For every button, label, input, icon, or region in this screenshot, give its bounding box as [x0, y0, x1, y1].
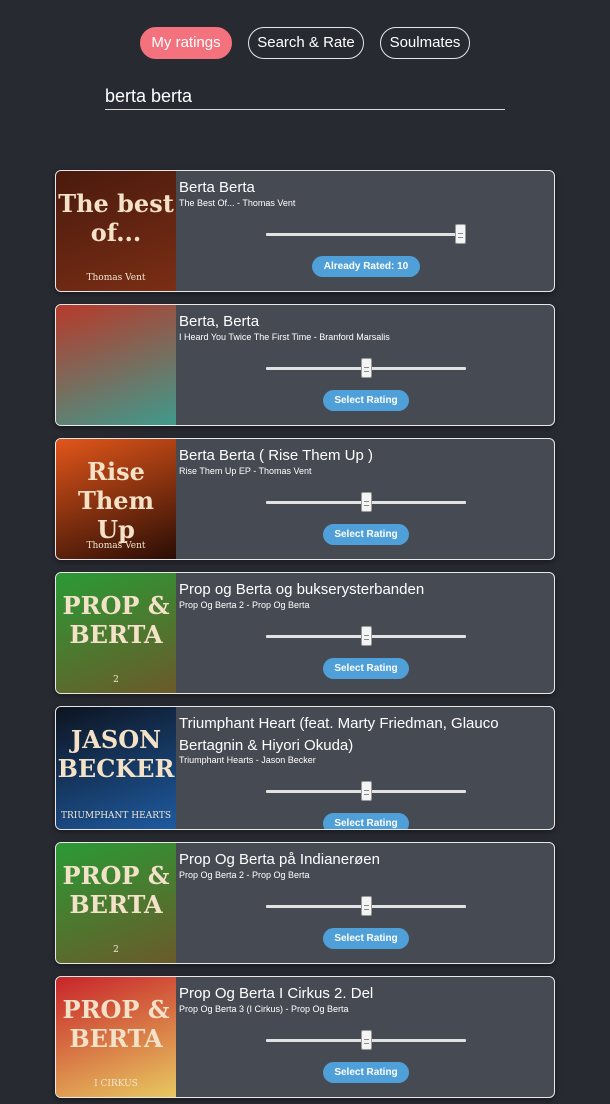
select-rating-button[interactable]: Select Rating — [323, 928, 409, 949]
song-title: Prop Og Berta I Cirkus 2. Del — [179, 985, 374, 1002]
cover-title: The best of... — [58, 189, 174, 247]
select-rating-button[interactable]: Select Rating — [323, 813, 409, 829]
album-artist: Rise Them Up EP - Thomas Vent — [179, 466, 312, 476]
slider-thumb[interactable] — [361, 358, 372, 378]
album-artist: The Best Of... - Thomas Vent — [179, 198, 296, 208]
cover-caption: Thomas Vent — [86, 541, 146, 551]
rating-slider[interactable] — [266, 896, 466, 916]
cover-title: PROP & BERTA — [62, 861, 170, 919]
album-cover: PROP & BERTA I CIRKUS — [56, 977, 176, 1097]
album-artist: Prop Og Berta 3 (I Cirkus) - Prop Og Ber… — [179, 1004, 349, 1014]
result-card: Rise Them Up Thomas Vent Berta Berta ( Ris… — [55, 438, 555, 560]
cover-title: PROP & BERTA — [62, 591, 170, 649]
cover-caption: I CIRKUS — [94, 1079, 138, 1089]
rating-slider[interactable] — [266, 224, 466, 244]
album-cover: The best of... Thomas Vent — [56, 171, 176, 291]
cover-caption: Thomas Vent — [86, 273, 146, 283]
cover-caption: TRIUMPHANT HEARTS — [61, 811, 171, 821]
cover-title: PROP & BERTA — [62, 995, 170, 1053]
slider-thumb[interactable] — [361, 896, 372, 916]
result-card: JASON BECKER TRIUMPHANT HEARTS Triumphant … — [55, 706, 555, 830]
rating-slider[interactable] — [266, 492, 466, 512]
rating-slider[interactable] — [266, 626, 466, 646]
rating-slider[interactable] — [266, 358, 466, 378]
select-rating-button[interactable]: Select Rating — [323, 390, 409, 411]
rating-slider[interactable] — [266, 1030, 466, 1050]
rating-slider[interactable] — [266, 781, 466, 801]
song-title: Berta Berta — [179, 179, 255, 196]
cover-caption: 2 — [113, 945, 119, 955]
result-card: PROP & BERTA I CIRKUS Prop Og Berta I Cirk… — [55, 976, 555, 1098]
select-rating-button[interactable]: Select Rating — [323, 1062, 409, 1083]
tab-search-rate[interactable]: Search & Rate — [248, 27, 364, 59]
slider-thumb[interactable] — [361, 1030, 372, 1050]
album-artist: Prop Og Berta 2 - Prop Og Berta — [179, 600, 310, 610]
album-artist: Triumphant Hearts - Jason Becker — [179, 755, 316, 765]
tab-soulmates[interactable]: Soulmates — [380, 27, 470, 59]
cover-title: JASON BECKER — [57, 725, 175, 783]
slider-thumb[interactable] — [455, 224, 466, 244]
slider-track — [266, 233, 466, 236]
already-rated-button[interactable]: Already Rated: 10 — [312, 256, 420, 277]
song-title: Berta, Berta — [179, 313, 260, 330]
album-artist: Prop Og Berta 2 - Prop Og Berta — [179, 870, 310, 880]
album-cover: JASON BECKER TRIUMPHANT HEARTS — [56, 707, 176, 829]
search-input[interactable] — [105, 84, 505, 110]
song-title: Berta Berta ( Rise Them Up ) — [179, 447, 373, 464]
cover-title: Rise Them Up — [78, 457, 154, 544]
slider-thumb[interactable] — [361, 492, 372, 512]
tab-my-ratings[interactable]: My ratings — [140, 27, 232, 59]
result-card: PROP & BERTA 2 Prop og Berta og bukseryste… — [55, 572, 555, 694]
album-cover: Rise Them Up Thomas Vent — [56, 439, 176, 559]
song-title: Prop Og Berta på Indianerøen — [179, 851, 380, 868]
nav-bar: My ratings Search & Rate Soulmates — [0, 27, 610, 59]
album-cover: PROP & BERTA 2 — [56, 843, 176, 963]
select-rating-button[interactable]: Select Rating — [323, 524, 409, 545]
slider-thumb[interactable] — [361, 781, 372, 801]
album-cover: PROP & BERTA 2 — [56, 573, 176, 693]
song-title: Triumphant Heart (feat. Marty Friedman, … — [179, 715, 499, 754]
cover-caption: 2 — [113, 675, 119, 685]
result-card: PROP & BERTA 2 Prop Og Berta på Indianerøe… — [55, 842, 555, 964]
result-card: Berta, Berta I Heard You Twice The First … — [55, 304, 555, 426]
slider-thumb[interactable] — [361, 626, 372, 646]
album-artist: I Heard You Twice The First Time - Branf… — [179, 332, 390, 342]
result-card: The best of... Thomas Vent Berta Berta The … — [55, 170, 555, 292]
select-rating-button[interactable]: Select Rating — [323, 658, 409, 679]
album-cover — [56, 305, 176, 425]
song-title: Prop og Berta og bukserysterbanden — [179, 581, 425, 598]
